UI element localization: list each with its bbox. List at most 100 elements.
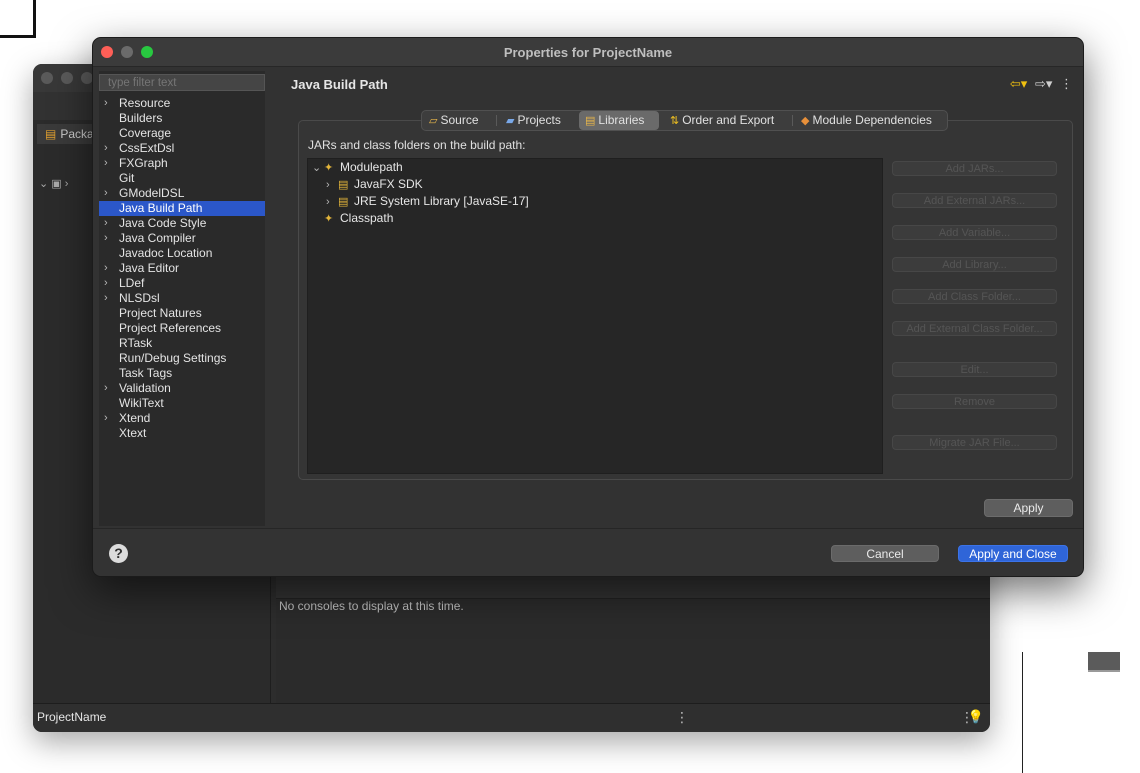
help-icon[interactable]: ? [109, 544, 128, 563]
back-arrow-icon[interactable]: ⇦▾ [1010, 76, 1027, 91]
category-item[interactable]: › Validation [99, 381, 265, 396]
category-item[interactable]: › NLSDsl [99, 291, 265, 306]
category-item[interactable]: Task Tags [99, 366, 265, 381]
cancel-button[interactable]: Cancel [831, 545, 939, 562]
chevron-right-icon[interactable]: › [104, 381, 108, 396]
category-item[interactable]: Coverage [99, 126, 265, 141]
library-icon: ▤ [338, 196, 349, 208]
category-item[interactable]: › LDef [99, 276, 265, 291]
tree-node-javafx[interactable]: › ▤ JavaFX SDK [326, 176, 423, 192]
tree-node-classpath[interactable]: ✦ Classpath [324, 210, 393, 226]
tab-separator [792, 115, 793, 126]
category-item[interactable]: › CssExtDsl [99, 141, 265, 156]
library-action-button[interactable]: Add Class Folder... [892, 289, 1057, 304]
category-item[interactable]: Project References [99, 321, 265, 336]
category-label: Resource [119, 96, 171, 110]
chevron-right-icon[interactable]: › [104, 96, 108, 111]
library-action-button[interactable]: Migrate JAR File... [892, 435, 1057, 450]
category-item[interactable]: › FXGraph [99, 156, 265, 171]
category-item[interactable]: › Resource [99, 96, 265, 111]
workbench-minimize-light[interactable] [61, 72, 73, 84]
category-label: Builders [119, 111, 163, 125]
console-message: No consoles to display at this time. [279, 599, 464, 613]
category-label: Validation [119, 381, 171, 395]
chevron-right-icon[interactable]: › [104, 186, 108, 201]
tab-label: Order and Export [682, 113, 775, 127]
category-item[interactable]: Git [99, 171, 265, 186]
chevron-right-icon[interactable]: › [104, 411, 108, 426]
tab-label: Libraries [598, 113, 645, 127]
order-export-icon: ⇅ [670, 115, 680, 127]
library-action-button[interactable]: Add External Class Folder... [892, 321, 1057, 336]
category-item[interactable]: › Java Compiler [99, 231, 265, 246]
category-list: › Resource Builders Coverage › CssExtDsl › FXGr… [99, 96, 265, 526]
chevron-right-icon[interactable]: › [326, 194, 338, 210]
chevron-right-icon[interactable]: › [104, 231, 108, 246]
chevron-right-icon[interactable]: › [104, 261, 108, 276]
category-item[interactable]: › Java Code Style [99, 216, 265, 231]
tab-label: Module Dependencies [812, 113, 932, 127]
library-action-button[interactable]: Remove [892, 394, 1057, 409]
library-action-button[interactable]: Add JARs... [892, 161, 1057, 176]
category-item[interactable]: › Java Editor [99, 261, 265, 276]
chevron-down-icon[interactable]: ⌄ [312, 160, 324, 176]
category-item[interactable]: Java Build Path [99, 201, 265, 216]
category-item[interactable]: › Xtend [99, 411, 265, 426]
view-menu-icon[interactable]: ⋮ [1060, 76, 1073, 91]
category-label: LDef [119, 276, 145, 290]
library-action-button[interactable]: Add External JARs... [892, 193, 1057, 208]
category-item[interactable]: RTask [99, 336, 265, 351]
path-entry-icon: ✦ [324, 213, 334, 225]
apply-and-close-button[interactable]: Apply and Close [958, 545, 1068, 562]
category-item[interactable]: Javadoc Location [99, 246, 265, 261]
properties-dialog: Properties for ProjectName › ResourceBuil… [92, 37, 1084, 577]
chevron-right-icon[interactable]: › [326, 177, 338, 193]
tree-node-jre[interactable]: › ▤ JRE System Library [JavaSE-17] [326, 193, 529, 209]
build-path-label: JARs and class folders on the build path… [308, 138, 526, 152]
category-label: Java Compiler [119, 231, 196, 245]
tree-node-modulepath[interactable]: ⌄ ✦ Modulepath [312, 159, 403, 175]
apply-button[interactable]: Apply [984, 499, 1073, 517]
category-label: Xtend [119, 411, 151, 425]
category-item[interactable]: Project Natures [99, 306, 265, 321]
library-action-button[interactable]: Add Library... [892, 257, 1057, 272]
category-label: NLSDsl [119, 291, 160, 305]
category-label: GModelDSL [119, 186, 185, 200]
forward-arrow-icon[interactable]: ⇨▾ [1035, 76, 1052, 91]
console-panel: No consoles to display at this time. [276, 576, 990, 704]
category-item[interactable]: › GModelDSL [99, 186, 265, 201]
console-toolbar [276, 576, 990, 599]
category-item[interactable]: WikiText [99, 396, 265, 411]
tab-separator [496, 115, 497, 126]
category-label: Run/Debug Settings [119, 351, 227, 365]
category-label: Git [119, 171, 135, 185]
tip-bulb-icon[interactable]: 💡 [968, 709, 984, 725]
category-item[interactable]: Xtext [99, 426, 265, 441]
chevron-right-icon[interactable]: › [104, 156, 108, 171]
category-label: Project References [119, 321, 222, 335]
chevron-right-icon[interactable]: › [104, 276, 108, 291]
package-explorer-tab-label: Packa [60, 127, 94, 141]
chevron-right-icon[interactable]: › [104, 291, 108, 306]
status-more-icon[interactable]: ⋮ [675, 709, 689, 726]
library-action-button[interactable]: Add Variable... [892, 225, 1057, 240]
library-action-button[interactable]: Edit... [892, 362, 1057, 377]
tab-libraries[interactable]: ▤ Libraries [579, 111, 659, 130]
category-label: Coverage [119, 126, 172, 140]
tab-projects[interactable]: ▰ Projects [506, 111, 572, 130]
library-icon: ▤ [338, 179, 349, 191]
chevron-right-icon[interactable]: › [104, 141, 108, 156]
category-item[interactable]: Builders [99, 111, 265, 126]
category-item[interactable]: Run/Debug Settings [99, 351, 265, 366]
category-label: Project Natures [119, 306, 202, 320]
filter-input[interactable] [99, 74, 265, 91]
tab-source[interactable]: ▱ Source [429, 111, 489, 130]
category-label: WikiText [119, 396, 164, 410]
tab-module-dependencies[interactable]: ◆ Module Dependencies [801, 111, 941, 130]
tab-label: Source [440, 113, 479, 127]
category-label: RTask [119, 336, 153, 350]
workbench-close-light[interactable] [41, 72, 53, 84]
category-label: FXGraph [119, 156, 168, 170]
tab-order-export[interactable]: ⇅ Order and Export [670, 111, 784, 130]
chevron-right-icon[interactable]: › [104, 216, 108, 231]
